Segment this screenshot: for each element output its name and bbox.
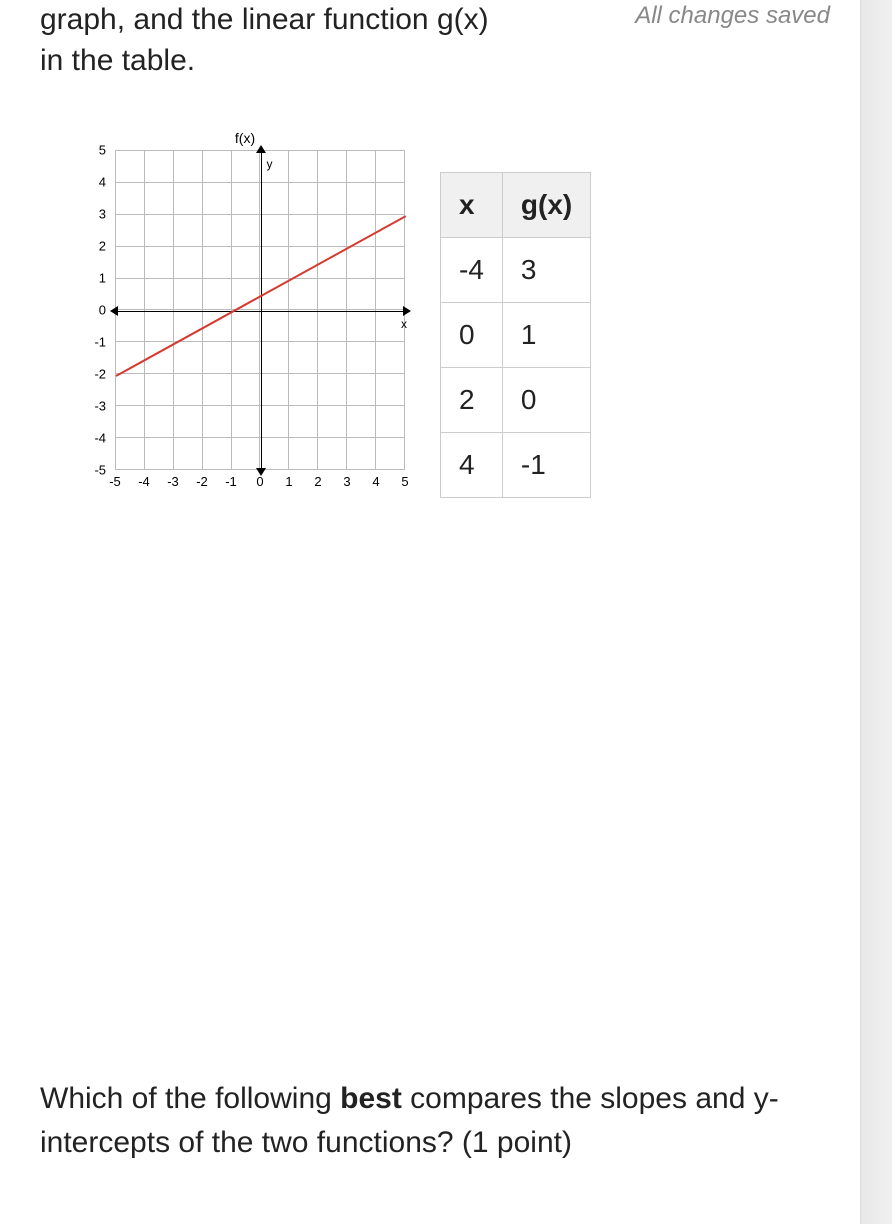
y-tick: -2 <box>94 367 106 382</box>
table-header-gx: g(x) <box>502 173 590 238</box>
x-tick: 3 <box>343 474 350 489</box>
x-tick: -4 <box>138 474 150 489</box>
x-tick: 4 <box>372 474 379 489</box>
y-axis-line <box>261 151 263 470</box>
x-tick: 2 <box>314 474 321 489</box>
y-tick: 0 <box>99 303 106 318</box>
arrow-left-icon <box>110 306 118 316</box>
y-tick: -1 <box>94 335 106 350</box>
cell-x: 2 <box>441 368 503 433</box>
arrow-right-icon <box>403 306 411 316</box>
function-graph: f(x) y x -5-4-3-2-1012345 -5-4-3-2-10123… <box>80 136 410 496</box>
table-row: 4-1 <box>441 433 591 498</box>
content-row: f(x) y x -5-4-3-2-1012345 -5-4-3-2-10123… <box>80 136 830 498</box>
cell-x: 0 <box>441 303 503 368</box>
y-tick: 4 <box>99 175 106 190</box>
y-tick: -3 <box>94 399 106 414</box>
question-line1: graph, and the linear function g(x) <box>40 3 489 36</box>
cell-gx: 0 <box>502 368 590 433</box>
table-row: 20 <box>441 368 591 433</box>
cell-x: -4 <box>441 238 503 303</box>
x-tick: -3 <box>167 474 179 489</box>
chart-grid: y x <box>115 150 405 470</box>
question-line2: in the table. <box>40 44 195 77</box>
table-header-row: x g(x) <box>441 173 591 238</box>
question-part1: Which of the following <box>40 1082 340 1115</box>
y-tick: 5 <box>99 143 106 158</box>
cell-gx: 3 <box>502 238 590 303</box>
page-body: graph, and the linear function g(x) in t… <box>0 0 860 1224</box>
x-tick: -2 <box>196 474 208 489</box>
x-tick: 5 <box>401 474 408 489</box>
x-tick-labels: -5-4-3-2-1012345 <box>115 472 405 492</box>
x-tick: 0 <box>256 474 263 489</box>
y-tick-labels: -5-4-3-2-1012345 <box>80 150 110 470</box>
y-tick: 2 <box>99 239 106 254</box>
table-header-x: x <box>441 173 503 238</box>
y-tick: -4 <box>94 431 106 446</box>
cell-x: 4 <box>441 433 503 498</box>
header-row: graph, and the linear function g(x) in t… <box>40 0 830 81</box>
x-tick: -1 <box>225 474 237 489</box>
cell-gx: -1 <box>502 433 590 498</box>
question-intro: graph, and the linear function g(x) in t… <box>40 0 623 81</box>
x-tick: 1 <box>285 474 292 489</box>
y-tick: 1 <box>99 271 106 286</box>
table-row: -43 <box>441 238 591 303</box>
save-status: All changes saved <box>635 0 830 30</box>
arrow-up-icon <box>256 145 266 153</box>
gx-table: x g(x) -4301204-1 <box>440 172 591 498</box>
table-row: 01 <box>441 303 591 368</box>
page-right-edge <box>860 0 892 1224</box>
y-tick: 3 <box>99 207 106 222</box>
y-tick: -5 <box>94 463 106 478</box>
question-bold: best <box>340 1082 402 1115</box>
x-axis-label: x <box>401 317 407 331</box>
comparison-question: Which of the following best compares the… <box>40 1077 800 1164</box>
y-axis-label: y <box>267 157 273 171</box>
cell-gx: 1 <box>502 303 590 368</box>
chart-title: f(x) <box>235 130 255 146</box>
x-tick: -5 <box>109 474 121 489</box>
